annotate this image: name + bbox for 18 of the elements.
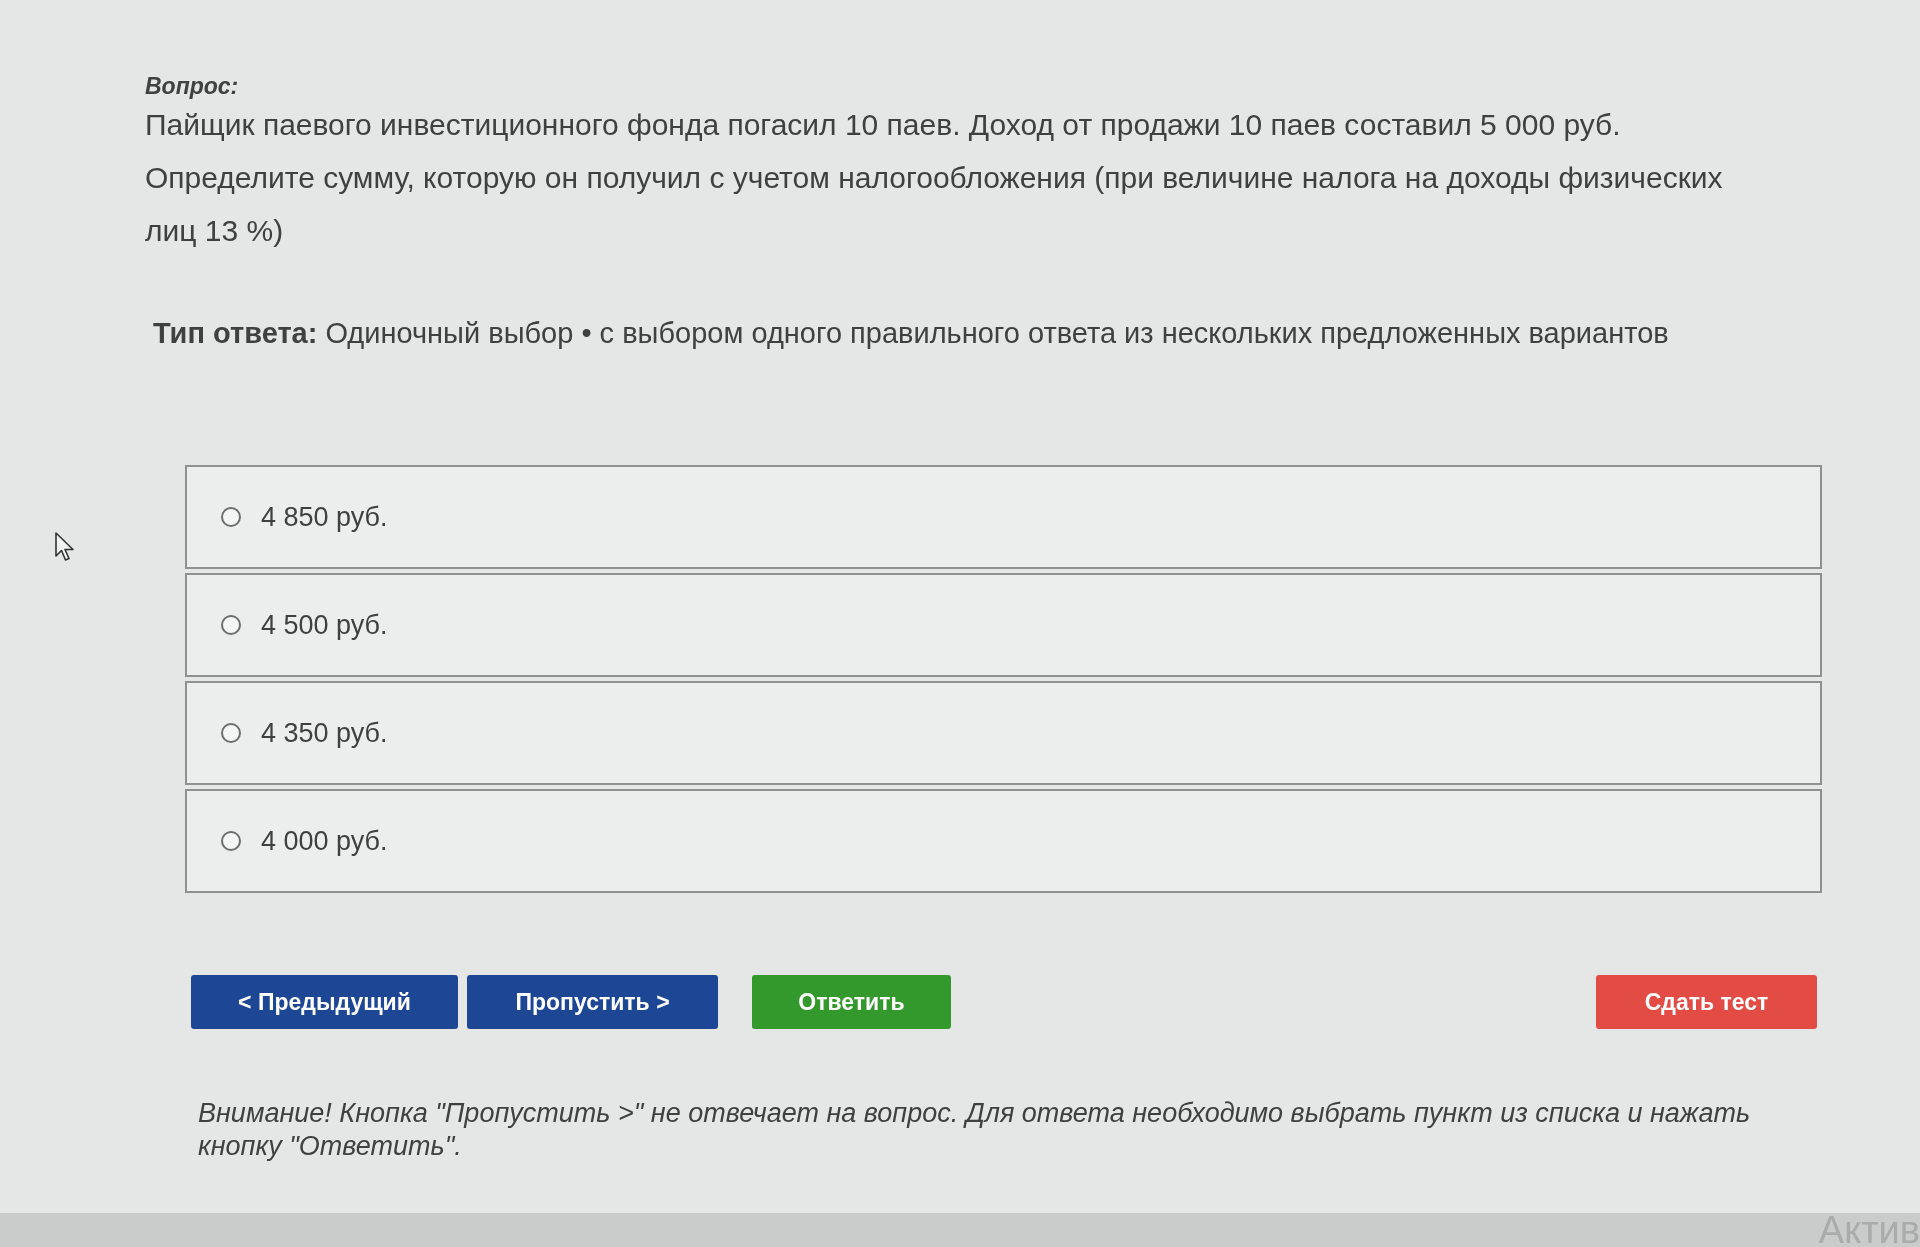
radio-button[interactable] [221, 831, 241, 851]
question-text: Определите сумму, которую он получил с учетом налогообложения (при величине налога на доходы физических лиц 13 %) [145, 160, 1724, 249]
question-label: Вопрос: [145, 74, 239, 98]
mouse-pointer-icon [55, 532, 75, 562]
nav-button[interactable]: Пропустить > [467, 975, 718, 1029]
radio-button[interactable] [221, 723, 241, 743]
answer-option[interactable]: 4 500 руб. [185, 573, 1822, 677]
answer-type-text: Тип ответа: Одиночный выбор • с выбором одного правильного ответа из нескольких предложенных вариантов [153, 316, 1669, 351]
question-text: Пайщик паевого инвестиционного фонда погасил 10 паев. Доход от продажи 10 паев составил 5 000 руб. [145, 107, 1622, 143]
answer-button[interactable]: Ответить [752, 975, 951, 1029]
answer-option[interactable]: 4 850 руб. [185, 465, 1822, 569]
answer-option[interactable]: 4 350 руб. [185, 681, 1822, 785]
finish-test-button[interactable]: Сдать тест [1596, 975, 1817, 1029]
notice-text: Внимание! Кнопка "Пропустить >" не отвечает на вопрос. Для ответа необходимо выбрать пункт из списка и нажать кнопку "Ответить". [198, 1097, 1752, 1163]
answer-option[interactable]: 4 000 руб. [185, 789, 1822, 893]
radio-button[interactable] [221, 615, 241, 635]
radio-button[interactable] [221, 507, 241, 527]
nav-button[interactable]: < Предыдущий [191, 975, 458, 1029]
